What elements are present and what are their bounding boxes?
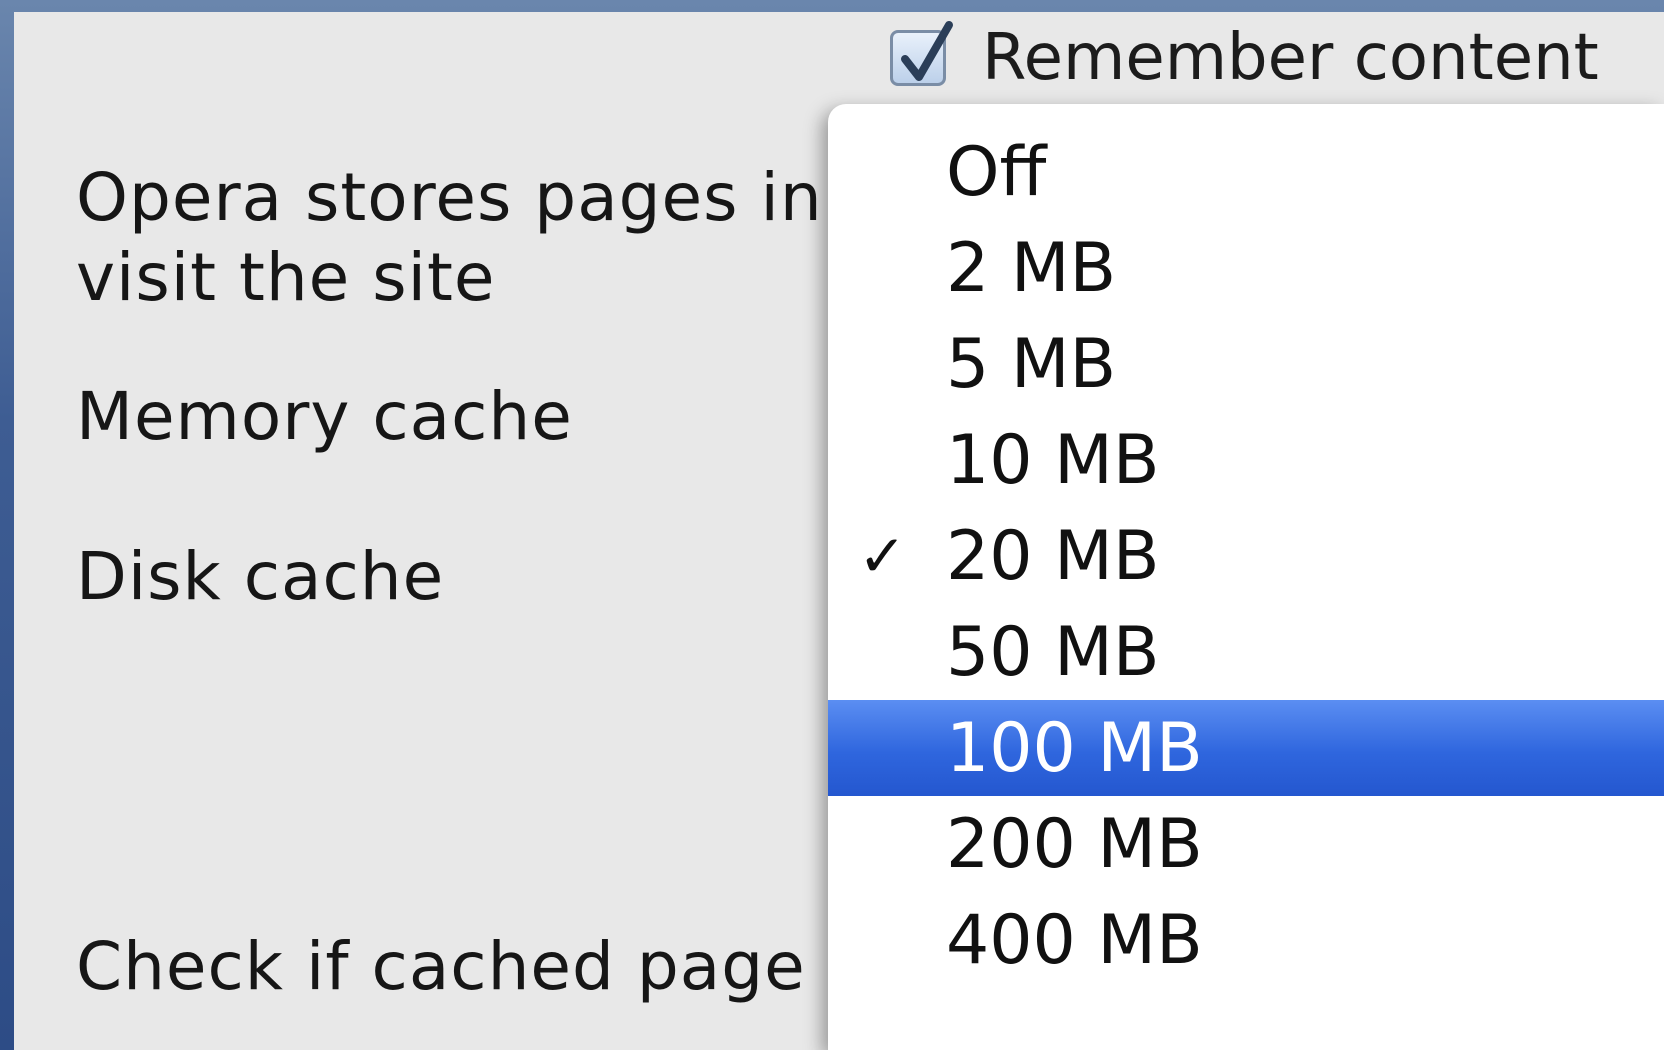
cache-size-dropdown-menu[interactable]: Off 2 MB 5 MB 10 MB ✓ 20 MB 50 MB 100 MB… <box>828 104 1664 1050</box>
cache-description-line1: Opera stores pages in <box>76 159 823 236</box>
menu-item-50mb[interactable]: 50 MB <box>828 604 1664 700</box>
selected-checkmark-icon: ✓ <box>858 522 907 590</box>
menu-item-label: 5 MB <box>946 324 1117 404</box>
remember-content-label: Remember content <box>982 21 1599 95</box>
menu-item-10mb[interactable]: 10 MB <box>828 412 1664 508</box>
menu-item-label: 200 MB <box>946 804 1203 884</box>
remember-content-row[interactable]: Remember content <box>890 18 1599 98</box>
menu-item-off[interactable]: Off <box>828 124 1664 220</box>
menu-item-100mb[interactable]: 100 MB <box>828 700 1664 796</box>
menu-item-label: 400 MB <box>946 900 1203 980</box>
menu-item-label: 10 MB <box>946 420 1160 500</box>
memory-cache-label: Memory cache <box>76 378 573 455</box>
menu-item-5mb[interactable]: 5 MB <box>828 316 1664 412</box>
cache-description-line2: visit the site <box>76 239 496 316</box>
menu-item-label: 50 MB <box>946 612 1160 692</box>
menu-item-20mb[interactable]: ✓ 20 MB <box>828 508 1664 604</box>
menu-item-2mb[interactable]: 2 MB <box>828 220 1664 316</box>
checkmark-icon <box>901 21 953 81</box>
menu-item-label: 100 MB <box>946 708 1203 788</box>
menu-item-200mb[interactable]: 200 MB <box>828 796 1664 892</box>
cache-description: Opera stores pages in visit the site <box>76 158 823 318</box>
remember-content-checkbox[interactable] <box>890 21 953 86</box>
menu-item-label: 2 MB <box>946 228 1117 308</box>
menu-item-400mb[interactable]: 400 MB <box>828 892 1664 988</box>
menu-item-label: 20 MB <box>946 516 1160 596</box>
disk-cache-label: Disk cache <box>76 538 445 615</box>
check-cached-page-label: Check if cached page <box>76 928 806 1005</box>
menu-item-label: Off <box>946 132 1047 212</box>
